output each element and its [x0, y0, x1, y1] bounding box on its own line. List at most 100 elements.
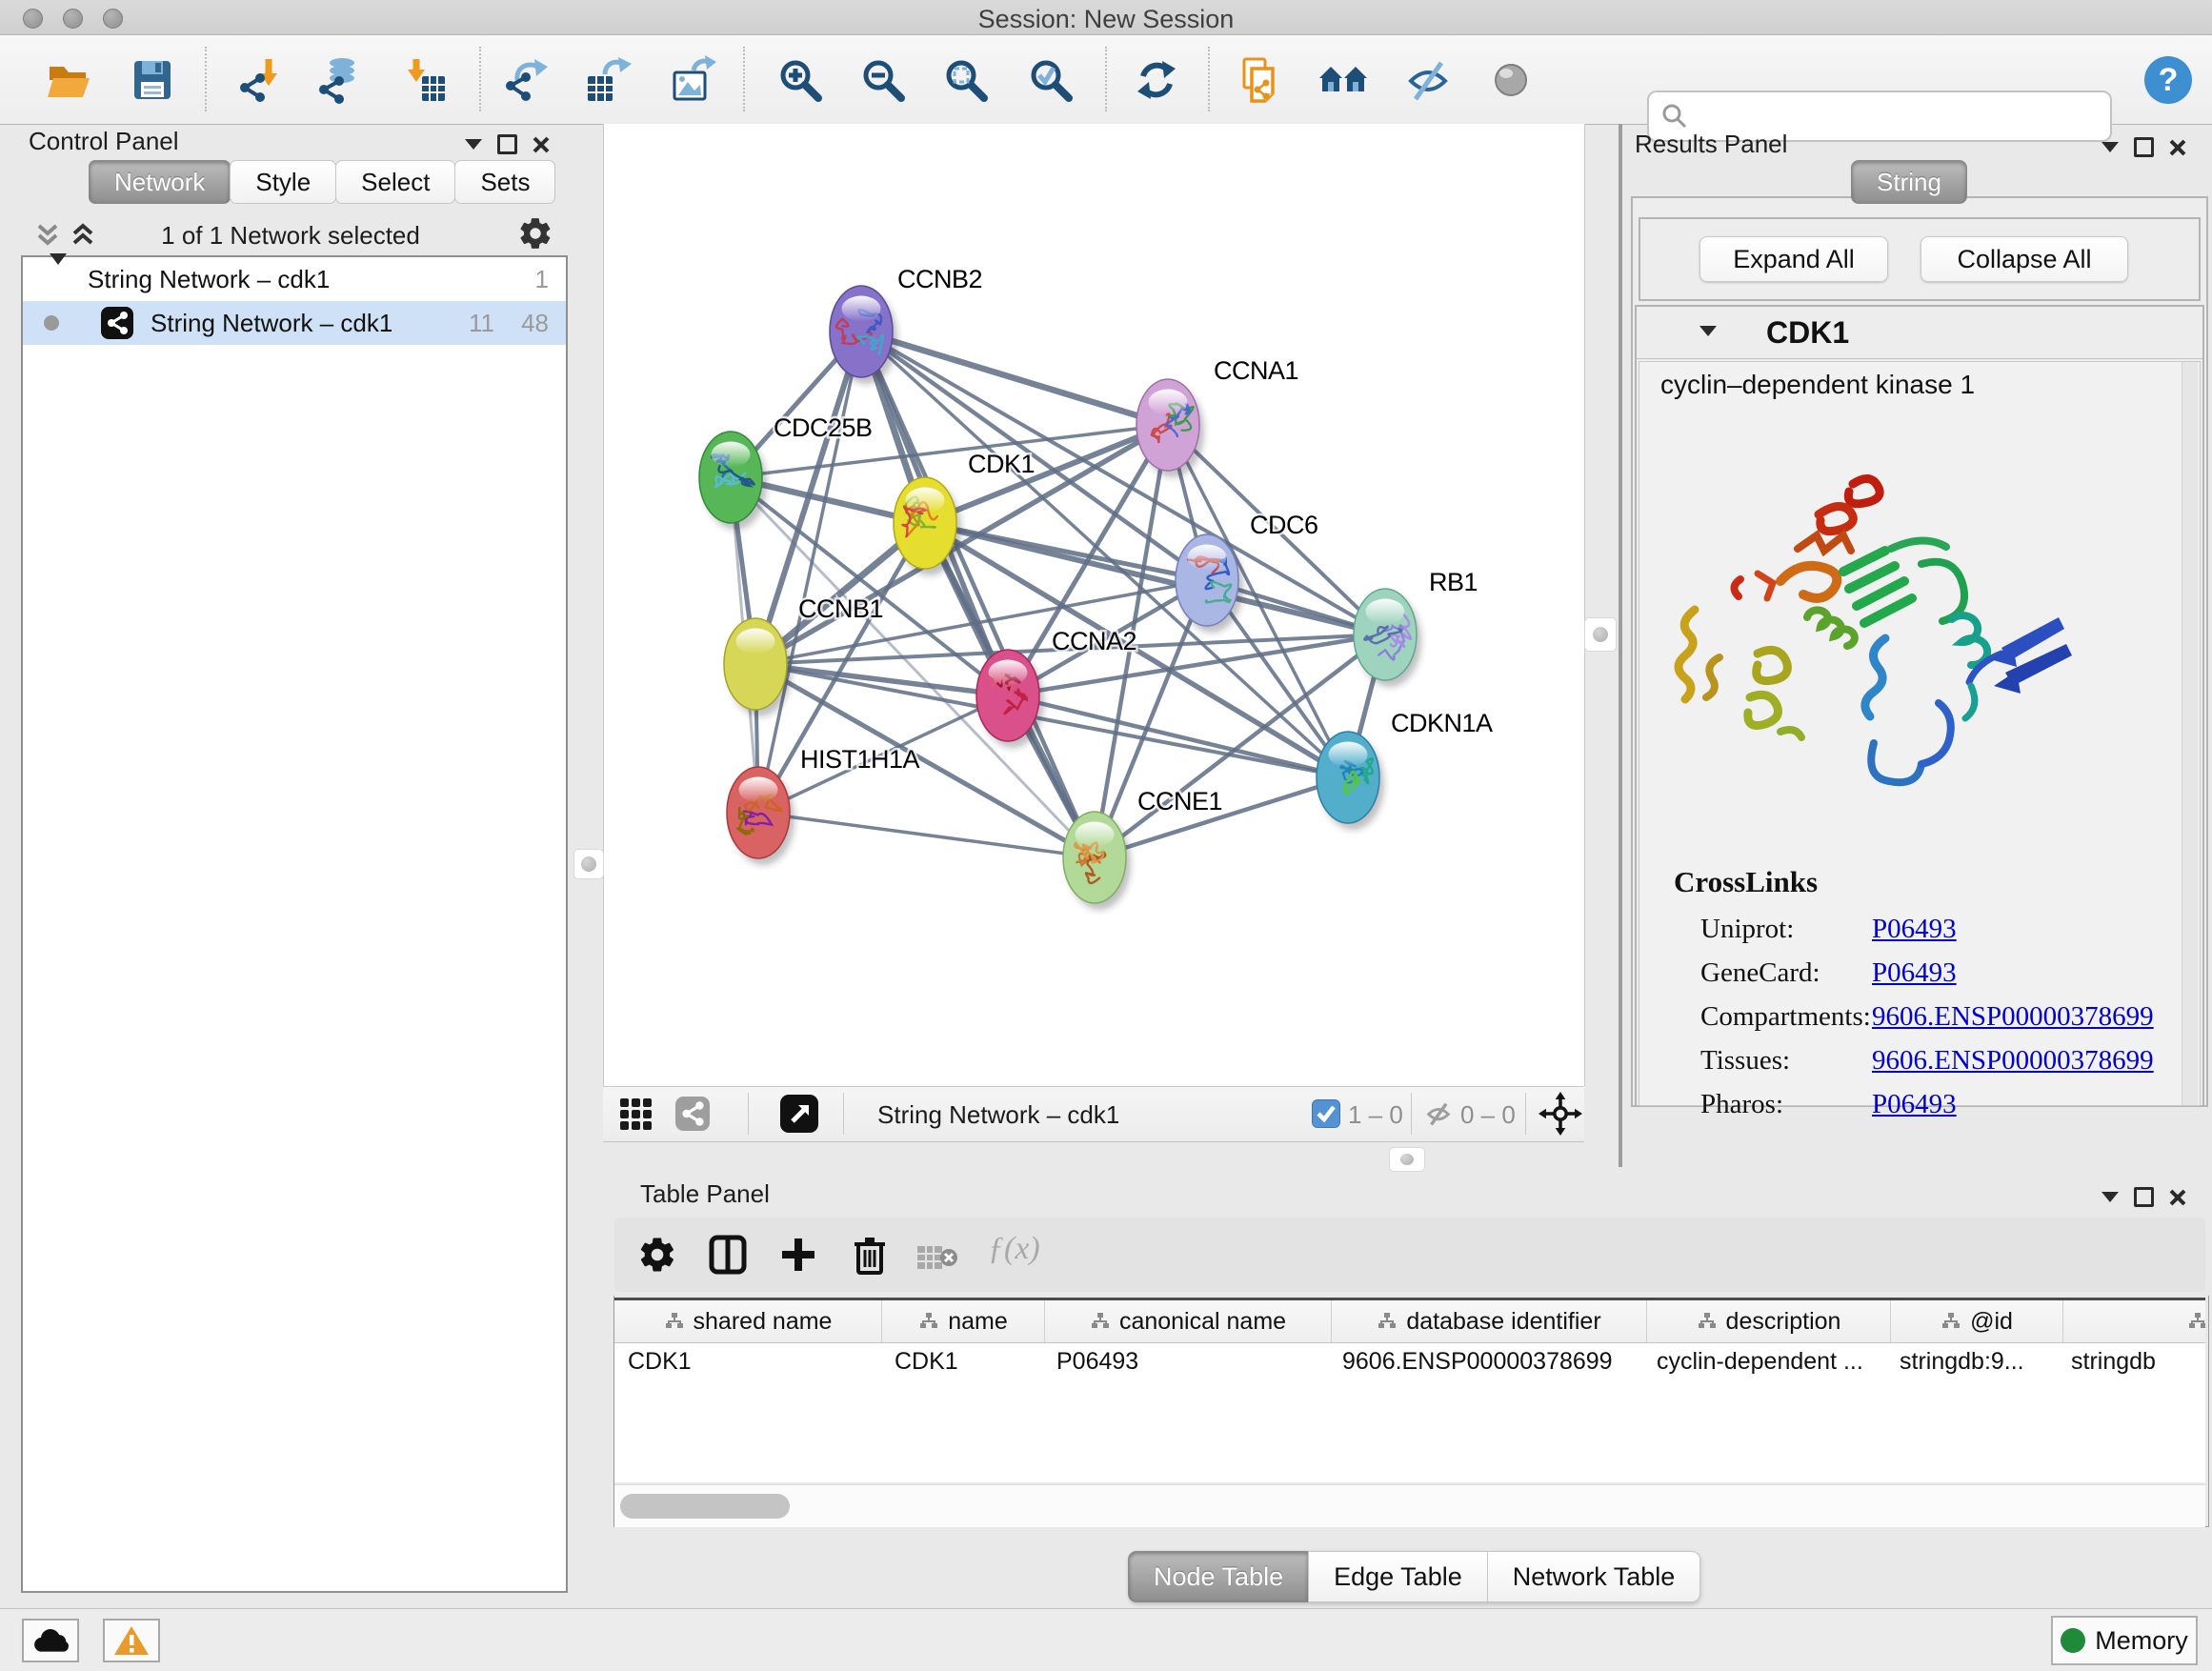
tab-network-table[interactable]: Network Table	[1487, 1551, 1701, 1602]
left-splitter-handle[interactable]	[573, 849, 604, 879]
home-icon[interactable]	[1317, 52, 1371, 108]
table-panel-window-controls	[2101, 1187, 2186, 1207]
node-label: CCNA1	[1214, 356, 1298, 385]
column-header-name[interactable]: name	[882, 1300, 1045, 1342]
table-cell: stringdb:9...	[1886, 1343, 2058, 1381]
network-collection-row[interactable]: String Network – cdk1 1	[23, 257, 566, 301]
node-gloss	[739, 777, 778, 803]
refresh-icon[interactable]	[1130, 52, 1183, 108]
tab-node-table[interactable]: Node Table	[1128, 1551, 1309, 1602]
node-gloss	[736, 629, 775, 654]
delete-column-icon[interactable]	[849, 1233, 891, 1281]
collapse-panel-icon[interactable]	[2101, 142, 2119, 152]
network-tree: String Network – cdk1 1 String Network –…	[21, 255, 568, 1593]
export-table-icon[interactable]	[580, 52, 633, 108]
open-session-icon[interactable]	[42, 52, 95, 108]
crosslink-label: GeneCard:	[1700, 957, 1872, 989]
network-view-share-icon[interactable]	[675, 1097, 710, 1136]
warnings-button[interactable]	[103, 1619, 160, 1662]
network-canvas[interactable]: CCNB2CCNA1CDC25BCDK1CDC6RB1CCNB1CCNA2CDK…	[603, 124, 1585, 1086]
zoom-in-icon[interactable]	[774, 52, 827, 108]
document-network-icon[interactable]	[1233, 52, 1286, 108]
import-database-icon[interactable]	[312, 52, 365, 108]
column-header-database-identifier[interactable]: database identifier	[1332, 1300, 1647, 1342]
gene-collapse-icon[interactable]	[1699, 326, 1717, 336]
crosslink-link[interactable]: 9606.ENSP00000378699	[1872, 1001, 2154, 1033]
pan-crosshair-icon[interactable]	[1538, 1092, 1582, 1140]
right-splitter-handle[interactable]	[1584, 617, 1617, 652]
selected-nodes-checkbox[interactable]	[1312, 1099, 1340, 1128]
column-header-namespace[interactable]: namespace	[2063, 1300, 2205, 1342]
crosslink-link[interactable]: P06493	[1872, 1089, 1957, 1120]
zoom-fit-icon[interactable]	[939, 52, 993, 108]
scrollbar-thumb[interactable]	[620, 1494, 790, 1519]
toolbar-separator	[479, 47, 481, 111]
grid-view-icon[interactable]	[618, 1097, 653, 1136]
show-columns-icon[interactable]	[706, 1233, 750, 1281]
add-column-icon[interactable]	[778, 1235, 818, 1279]
results-panel-divider[interactable]	[1619, 124, 1622, 1167]
toolbar-separator	[1208, 47, 1210, 111]
crosslink-label: Tissues:	[1700, 1045, 1872, 1077]
tab-select[interactable]: Select	[335, 160, 455, 204]
column-header-shared-name[interactable]: shared name	[614, 1300, 882, 1342]
main-toolbar: ?	[0, 35, 2212, 125]
collapse-all-button[interactable]: Collapse All	[1920, 236, 2128, 282]
float-panel-icon[interactable]	[2134, 1187, 2154, 1207]
column-header-id[interactable]: @id	[1891, 1300, 2063, 1342]
crosslink-link[interactable]: P06493	[1872, 914, 1957, 945]
collapse-panel-icon[interactable]	[465, 139, 482, 150]
import-table-icon[interactable]	[399, 52, 452, 108]
close-panel-icon[interactable]	[2169, 1189, 2186, 1206]
import-network-icon[interactable]	[232, 52, 286, 108]
column-header-canonical-name[interactable]: canonical name	[1045, 1300, 1332, 1342]
eye-icon[interactable]	[1484, 52, 1538, 108]
birds-eye-view-icon[interactable]	[780, 1095, 818, 1137]
toolbar-separator	[743, 47, 745, 111]
tab-style[interactable]: Style	[230, 160, 336, 204]
horizontal-splitter-handle[interactable]	[1389, 1147, 1425, 1172]
crosslink-link[interactable]: 9606.ENSP00000378699	[1872, 1045, 2154, 1077]
save-session-icon[interactable]	[126, 52, 179, 108]
crosslink-link[interactable]: P06493	[1872, 957, 1957, 989]
tab-sets[interactable]: Sets	[454, 160, 555, 204]
help-button[interactable]: ?	[2142, 52, 2195, 108]
network-edge	[755, 664, 1008, 695]
tab-edge-table[interactable]: Edge Table	[1308, 1551, 1488, 1602]
tab-network[interactable]: Network	[89, 160, 231, 204]
memory-button[interactable]: Memory	[2051, 1616, 2198, 1665]
export-network-icon[interactable]	[498, 52, 552, 108]
table-settings-gear-icon[interactable]	[637, 1235, 677, 1279]
hide-graphics-icon[interactable]	[1401, 52, 1455, 108]
column-header-description[interactable]: description	[1647, 1300, 1891, 1342]
close-panel-icon[interactable]	[533, 136, 550, 153]
export-image-icon[interactable]	[665, 52, 718, 108]
network-options-gear-icon[interactable]	[517, 215, 553, 256]
hidden-count: 0 – 0	[1460, 1100, 1516, 1130]
table-row[interactable]: CDK1CDK1P064939606.ENSP00000378699cyclin…	[614, 1343, 2205, 1381]
tab-string[interactable]: String	[1851, 160, 1967, 204]
close-panel-icon[interactable]	[2169, 139, 2186, 156]
network-edge	[861, 332, 1095, 857]
node-gloss	[906, 488, 945, 513]
table-horizontal-scrollbar[interactable]	[614, 1484, 2205, 1527]
control-panel-tabs: NetworkStyleSelectSets	[90, 160, 555, 204]
svg-text:?: ?	[2159, 62, 2179, 98]
float-panel-icon[interactable]	[497, 134, 517, 154]
network-edge	[758, 332, 861, 813]
expand-all-button[interactable]: Expand All	[1699, 236, 1888, 282]
collection-expand-icon[interactable]	[50, 265, 67, 294]
crosslinks-list: Uniprot:P06493GeneCard:P06493Compartment…	[1700, 907, 2177, 1126]
results-scrollbar[interactable]	[2182, 362, 2198, 1105]
float-panel-icon[interactable]	[2134, 137, 2154, 157]
collapse-all-networks-icon[interactable]	[69, 221, 97, 254]
expand-all-networks-icon[interactable]	[33, 221, 62, 254]
collapse-panel-icon[interactable]	[2101, 1192, 2119, 1202]
table-toolbar: ƒ(x)	[614, 1218, 2205, 1292]
network-row[interactable]: String Network – cdk1 11 48	[23, 301, 566, 345]
zoom-selected-icon[interactable]	[1024, 52, 1077, 108]
crosslink-row: Pharos:P06493	[1700, 1082, 2177, 1126]
cloud-button[interactable]	[22, 1619, 79, 1662]
node-gloss	[1188, 545, 1227, 571]
zoom-out-icon[interactable]	[856, 52, 910, 108]
